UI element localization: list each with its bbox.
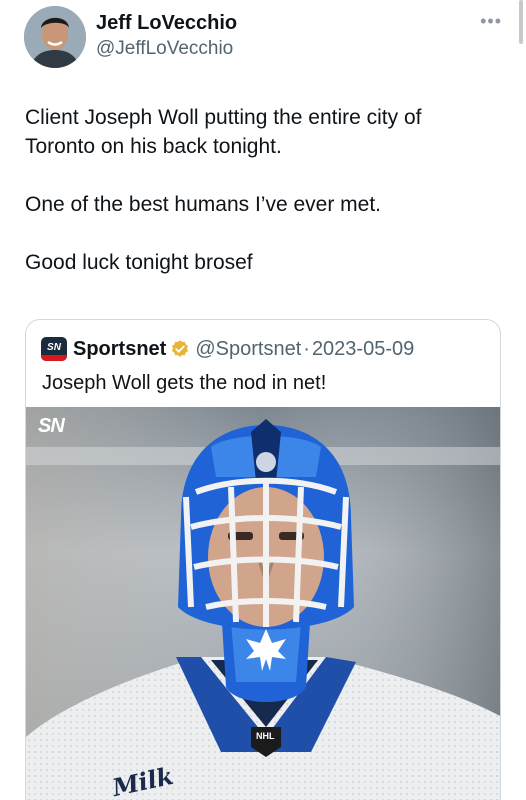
media-watermark: SN	[38, 415, 65, 437]
author-name[interactable]: Jeff LoVecchio	[96, 10, 237, 36]
nhl-crest-text: NHL	[256, 731, 275, 741]
quote-date[interactable]: 2023-05-09	[312, 338, 414, 361]
author-handle[interactable]: @JeffLoVecchio	[96, 36, 237, 62]
scrollbar[interactable]	[519, 0, 523, 44]
quote-tweet-card[interactable]: SN Sportsnet @Sportsnet · 2023-05-09 Jos…	[25, 319, 501, 800]
tweet-text: Client Joseph Woll putting the entire ci…	[25, 103, 495, 306]
quote-media-image[interactable]: SN NHL Milk	[26, 407, 500, 800]
sportsnet-logo-icon[interactable]: SN	[41, 337, 67, 361]
tweet-paragraph: Good luck tonight brosef	[25, 251, 253, 274]
quote-author-name[interactable]: Sportsnet	[73, 338, 166, 361]
author-block[interactable]: Jeff LoVecchio @JeffLoVecchio	[96, 10, 237, 62]
avatar[interactable]	[24, 6, 86, 68]
sportsnet-logo-text: SN	[47, 341, 61, 353]
quote-meta: SN Sportsnet @Sportsnet · 2023-05-09	[41, 334, 414, 364]
verified-badge-icon	[172, 340, 189, 357]
quote-author-handle[interactable]: @Sportsnet	[195, 338, 301, 361]
tweet-header: Jeff LoVecchio @JeffLoVecchio •••	[24, 6, 502, 70]
quote-text: Joseph Woll gets the nod in net!	[42, 372, 327, 394]
profile-photo-icon	[24, 6, 86, 68]
goalie-mask-photo-icon	[26, 407, 500, 800]
separator-dot: ·	[303, 337, 310, 360]
tweet-paragraph: One of the best humans I’ve ever met.	[25, 193, 382, 216]
tweet-paragraph: Client Joseph Woll putting the entire ci…	[25, 106, 422, 158]
more-options-icon[interactable]: •••	[480, 12, 502, 30]
